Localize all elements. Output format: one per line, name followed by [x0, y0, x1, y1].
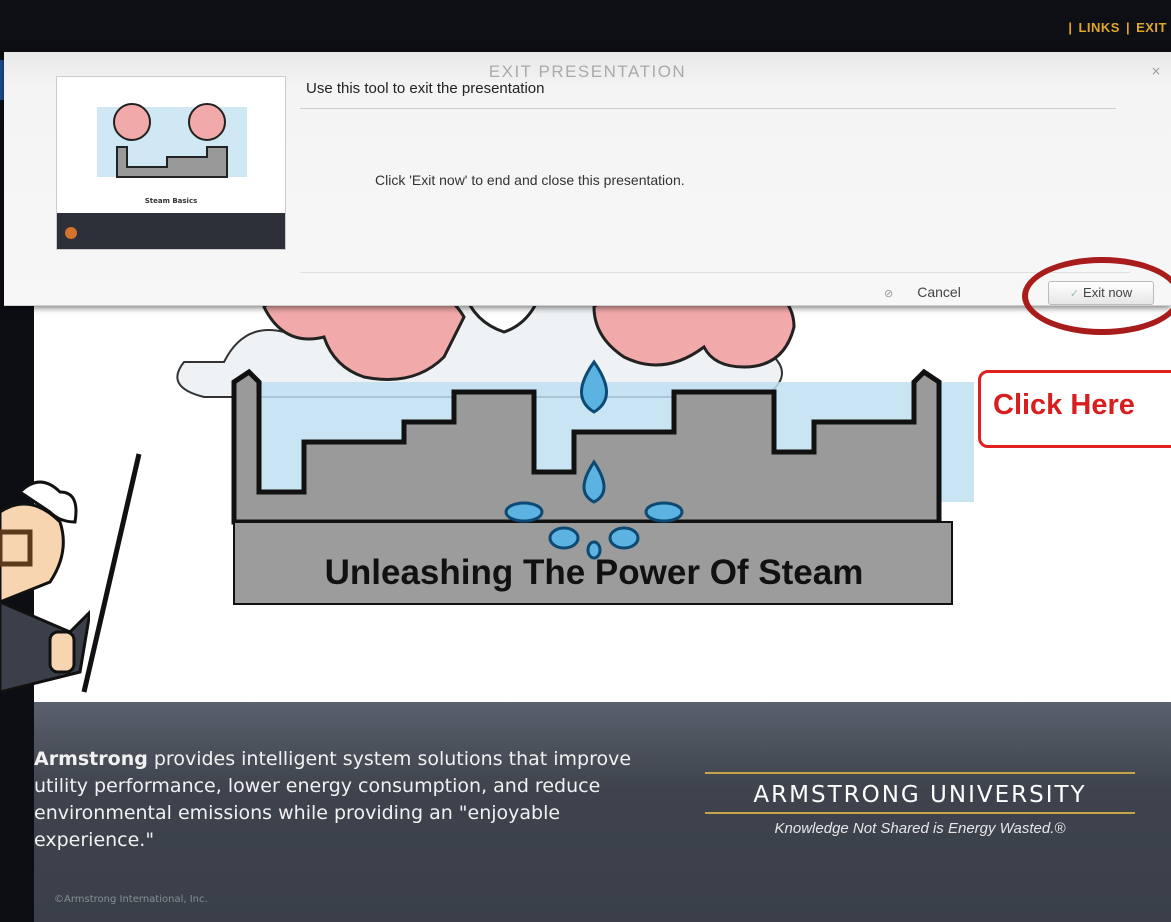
- dialog-message: Click 'Exit now' to end and close this p…: [375, 172, 685, 188]
- exit-dialog: EXIT PRESENTATION × Steam Basics Use thi…: [4, 52, 1171, 306]
- slide-banner: Unleashing The Power Of Steam: [325, 553, 864, 592]
- exit-link[interactable]: EXIT: [1136, 20, 1167, 35]
- logo-icon: [65, 227, 77, 239]
- links-button[interactable]: LINKS: [1078, 20, 1120, 35]
- thumbnail-title: Steam Basics: [144, 197, 198, 205]
- dialog-heading: Use this tool to exit the presentation: [306, 80, 545, 97]
- callout-label: Click Here: [993, 389, 1135, 421]
- top-nav: | LINKS | EXIT: [1068, 20, 1167, 35]
- click-here-callout: Click Here: [978, 370, 1171, 448]
- brand-name: Armstrong: [34, 748, 148, 770]
- thumbnail-art: [97, 103, 247, 178]
- heading-divider: [300, 108, 1116, 109]
- tagline: Knowledge Not Shared is Energy Wasted.®: [774, 820, 1066, 837]
- presentation-thumbnail: Steam Basics: [56, 76, 286, 250]
- copyright: ©Armstrong International, Inc.: [54, 894, 208, 905]
- top-bar: | LINKS | EXIT: [0, 0, 1171, 52]
- highlight-ring: [1022, 257, 1171, 335]
- professor-mascot: [0, 480, 90, 694]
- close-icon[interactable]: ×: [1151, 64, 1161, 78]
- cancel-button[interactable]: ⊘ Cancel: [884, 284, 961, 300]
- cancel-label: Cancel: [917, 284, 961, 300]
- thumbnail-footer: [57, 213, 285, 249]
- divider-bottom: [705, 812, 1135, 814]
- footer-blurb: Armstrong provides intelligent system so…: [34, 746, 674, 854]
- button-divider: [300, 272, 1130, 273]
- university-name: ARMSTRONG UNIVERSITY: [753, 782, 1087, 808]
- cancel-icon: ⊘: [884, 288, 894, 300]
- divider-top: [705, 772, 1135, 774]
- footer-banner: Armstrong provides intelligent system so…: [34, 702, 1171, 922]
